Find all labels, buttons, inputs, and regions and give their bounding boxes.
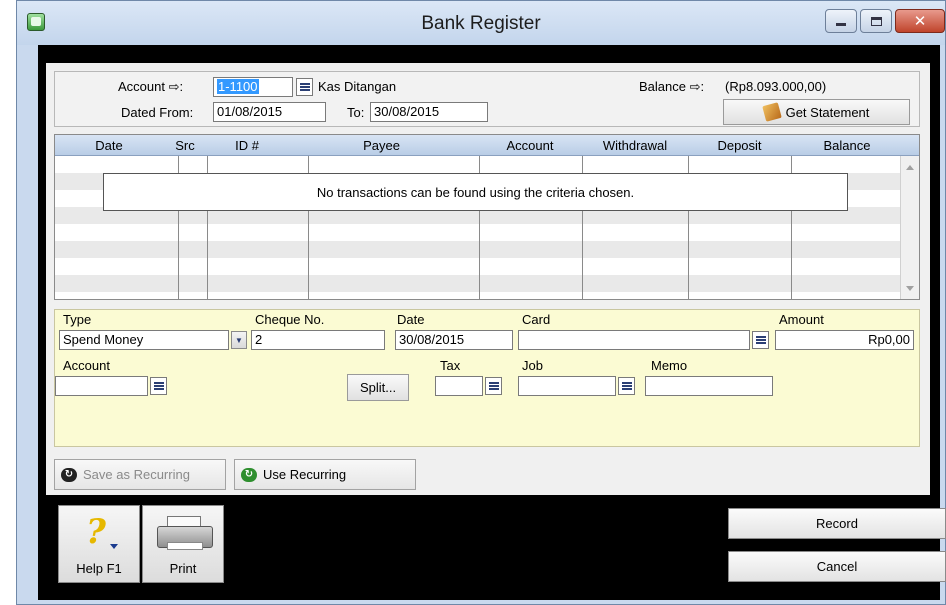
get-statement-label: Get Statement xyxy=(785,104,870,120)
card-list-button[interactable] xyxy=(752,331,769,349)
balance-value: (Rp8.093.000,00) xyxy=(725,79,827,94)
split-button[interactable]: Split... xyxy=(347,374,409,401)
list-icon xyxy=(299,81,310,93)
list-icon xyxy=(153,380,164,392)
print-label: Print xyxy=(169,561,197,576)
record-button[interactable]: Record xyxy=(728,508,946,539)
dated-from-label: Dated From: xyxy=(121,105,194,120)
minimize-icon xyxy=(836,22,846,26)
job-list-button[interactable] xyxy=(618,377,635,395)
account-entry-field[interactable] xyxy=(55,376,148,396)
table-row[interactable] xyxy=(55,258,901,275)
tax-list-button[interactable] xyxy=(485,377,502,395)
dated-from-field[interactable]: 01/08/2015 xyxy=(213,102,326,122)
table-row[interactable] xyxy=(55,241,901,258)
maximize-button[interactable] xyxy=(860,9,892,33)
type-select[interactable]: Spend Money xyxy=(59,330,229,350)
column-header-withdrawal[interactable]: Withdrawal xyxy=(582,138,688,153)
scroll-down-icon[interactable] xyxy=(906,286,914,291)
account-name: Kas Ditangan xyxy=(318,79,397,94)
save-as-recurring-label: Save as Recurring xyxy=(83,467,190,482)
help-icon: ? xyxy=(86,512,106,552)
column-header-balance[interactable]: Balance xyxy=(791,138,903,153)
table-row[interactable] xyxy=(55,224,901,241)
grid-header: Date Src ID # Payee Account Withdrawal D… xyxy=(55,135,919,156)
column-header-src[interactable]: Src xyxy=(165,138,205,153)
maximize-icon xyxy=(870,16,882,26)
transaction-entry-area: Type Spend Money ▼ Cheque No. 2 Date 30/… xyxy=(54,309,920,447)
grid-scrollbar[interactable] xyxy=(900,156,919,299)
date-label: Date xyxy=(397,312,425,327)
job-label: Job xyxy=(522,358,543,373)
register-panel: Account ⇨: 1-1100 Kas Ditangan Balance ⇨… xyxy=(46,63,930,495)
bank-register-window: Bank Register ✕ Account ⇨: 1-1100 Kas Di… xyxy=(16,0,946,605)
list-icon xyxy=(755,334,766,346)
balance-label: Balance ⇨: xyxy=(639,79,705,94)
account-id-field[interactable]: 1-1100 xyxy=(213,77,293,97)
account-label: Account ⇨: xyxy=(118,79,184,94)
memo-field[interactable] xyxy=(645,376,773,396)
tax-label: Tax xyxy=(440,358,461,373)
save-as-recurring-button[interactable]: ↻ Save as Recurring xyxy=(54,459,226,490)
column-header-id[interactable]: ID # xyxy=(207,138,287,153)
title-bar[interactable]: Bank Register ✕ xyxy=(17,1,945,45)
amount-label: Amount xyxy=(779,312,824,327)
cheque-no-label: Cheque No. xyxy=(255,312,325,327)
recurring-icon: ↻ xyxy=(61,467,77,482)
column-header-deposit[interactable]: Deposit xyxy=(688,138,791,153)
list-icon xyxy=(621,380,632,392)
table-row[interactable] xyxy=(55,156,901,173)
transactions-grid[interactable]: Date Src ID # Payee Account Withdrawal D… xyxy=(54,134,920,300)
close-button[interactable]: ✕ xyxy=(895,9,945,33)
account-list-button[interactable] xyxy=(296,78,313,96)
use-recurring-label: Use Recurring xyxy=(263,467,347,482)
recurring-icon: ↻ xyxy=(241,467,257,482)
chevron-down-icon xyxy=(110,544,118,549)
minimize-button[interactable] xyxy=(825,9,857,33)
type-label: Type xyxy=(63,312,92,327)
memo-label: Memo xyxy=(651,358,688,373)
print-button[interactable]: Print xyxy=(142,505,224,583)
chevron-down-icon: ▼ xyxy=(235,335,243,345)
use-recurring-button[interactable]: ↻ Use Recurring xyxy=(234,459,416,490)
column-header-account[interactable]: Account xyxy=(475,138,585,153)
printer-icon xyxy=(157,516,213,552)
list-icon xyxy=(488,380,499,392)
window-title: Bank Register xyxy=(421,13,541,34)
column-header-payee[interactable]: Payee xyxy=(289,138,474,153)
cancel-button[interactable]: Cancel xyxy=(728,551,946,582)
type-dropdown-button[interactable]: ▼ xyxy=(231,331,247,349)
account-entry-list-button[interactable] xyxy=(150,377,167,395)
no-transactions-message: No transactions can be found using the c… xyxy=(103,173,848,211)
help-button[interactable]: ? Help F1 xyxy=(58,505,140,583)
tax-field[interactable] xyxy=(435,376,483,396)
window-client-area: Account ⇨: 1-1100 Kas Ditangan Balance ⇨… xyxy=(38,45,946,600)
get-statement-button[interactable]: Get Statement xyxy=(723,99,910,125)
amount-field[interactable]: Rp0,00 xyxy=(775,330,914,350)
table-row[interactable] xyxy=(55,275,901,292)
scroll-up-icon[interactable] xyxy=(906,165,914,170)
card-field[interactable] xyxy=(518,330,750,350)
filter-area: Account ⇨: 1-1100 Kas Ditangan Balance ⇨… xyxy=(54,71,920,127)
card-label: Card xyxy=(522,312,551,327)
job-field[interactable] xyxy=(518,376,616,396)
to-label: To: xyxy=(347,105,365,120)
cheque-no-field[interactable]: 2 xyxy=(251,330,385,350)
help-label: Help F1 xyxy=(76,561,122,576)
date-field[interactable]: 30/08/2015 xyxy=(395,330,513,350)
to-date-field[interactable]: 30/08/2015 xyxy=(370,102,488,122)
account-entry-label: Account xyxy=(63,358,110,373)
statement-icon xyxy=(761,102,782,122)
close-icon: ✕ xyxy=(913,13,927,30)
column-header-date[interactable]: Date xyxy=(55,138,163,153)
